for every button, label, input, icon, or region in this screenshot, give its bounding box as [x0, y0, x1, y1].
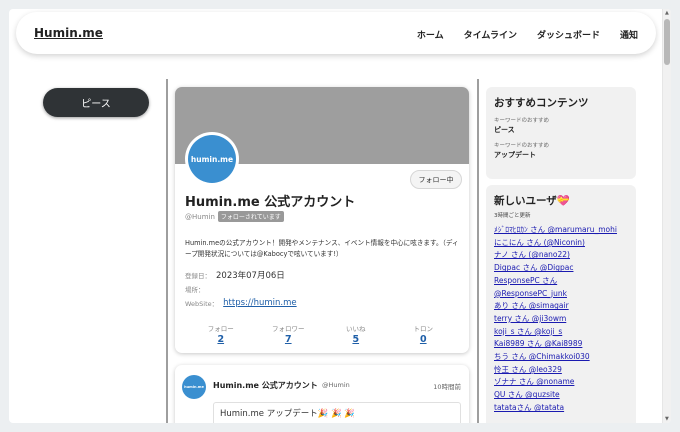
new-users-title: 新しいユーザ💝: [494, 195, 570, 207]
recommended-title: おすすめコンテンツ: [494, 97, 589, 109]
nav-notifications[interactable]: 通知: [620, 28, 638, 41]
scrollbar-thumb[interactable]: [664, 19, 670, 65]
stat-label: いいね: [346, 325, 366, 333]
timeline-post[interactable]: humin.me Humin.me 公式アカウント @Humin 10時間前 H…: [175, 365, 469, 423]
location-label: 場所：: [185, 286, 205, 294]
user-link[interactable]: tatataさん @tatata: [494, 402, 628, 415]
profile-info: 登録日： 2023年07月06日 場所： WebSite： https://hu…: [185, 268, 297, 310]
user-link[interactable]: ゾナナ さん @noname: [494, 376, 628, 389]
new-users-panel: 新しいユーザ💝 3時間ごと更新 ﾒｼﾞﾛﾏﾋﾛｶﾝ さん @marumaru_m…: [486, 185, 636, 423]
profile-bio: Humin.meの公式アカウント！開発やメンテナンス、イベント情報を中心に呟きま…: [185, 239, 459, 258]
nav-home[interactable]: ホーム: [417, 28, 444, 41]
profile-avatar[interactable]: humin.me: [188, 135, 236, 183]
new-users-subtitle: 3時間ごと更新: [494, 213, 531, 219]
stat-label: トロン: [413, 325, 434, 333]
user-link[interactable]: Kai8989 さん @Kai8989: [494, 338, 628, 351]
recommend-item-label: キーワードのおすすめ: [494, 118, 550, 124]
registered-value: 2023年07月06日: [216, 271, 285, 281]
stat-value[interactable]: 7: [260, 334, 316, 345]
post-timestamp: 10時間前: [433, 383, 461, 391]
user-list: ﾒｼﾞﾛﾏﾋﾛｶﾝ さん @marumaru_mohi にこにん さん (@Ni…: [494, 224, 628, 415]
post-body: Humin.me アップデート🎉 🎉 🎉: [213, 402, 461, 423]
scroll-down-arrow-icon[interactable]: ▼: [665, 416, 669, 422]
recommend-item[interactable]: キーワードのおすすめ アップデート: [494, 141, 628, 160]
post-author-handle: @Humin: [322, 381, 350, 389]
page-scrollbar[interactable]: ▲ ▼: [662, 9, 671, 423]
post-avatar-text: humin.me: [184, 385, 204, 389]
column-divider-right: [477, 79, 479, 423]
profile-card: humin.me フォロー中 Humin.me 公式アカウント @Humin フ…: [175, 87, 469, 353]
post-avatar[interactable]: humin.me: [182, 375, 206, 399]
stat-likes[interactable]: いいね 5: [328, 323, 384, 345]
user-link[interactable]: あり さん @simagair: [494, 300, 628, 313]
browser-viewport: Humin.me ホーム タイムライン ダッシュボード 通知 ピース humin…: [9, 9, 671, 423]
user-link[interactable]: ﾒｼﾞﾛﾏﾋﾛｶﾝ さん @marumaru_mohi: [494, 224, 628, 237]
followed-badge: フォローされています: [217, 211, 284, 222]
avatar-logo-text: humin.me: [190, 154, 234, 164]
profile-name: Humin.me 公式アカウント: [185, 195, 356, 210]
nav-dashboard[interactable]: ダッシュボード: [537, 28, 600, 41]
stat-value[interactable]: 2: [193, 334, 249, 345]
profile-stats: フォロー 2 フォロワー 7 いいね 5 トロン 0: [175, 323, 469, 345]
website-label: WebSite：: [185, 300, 219, 308]
user-link[interactable]: ナノ さん (@nano22): [494, 249, 628, 262]
recommend-item-value[interactable]: ピース: [494, 125, 628, 135]
user-link[interactable]: terry さん @ji3owm: [494, 313, 628, 326]
stat-tron[interactable]: トロン 0: [395, 323, 451, 345]
post-author-name[interactable]: Humin.me 公式アカウント: [213, 380, 318, 391]
recommended-content-panel: おすすめコンテンツ キーワードのおすすめ ピース キーワードのおすすめ アップデ…: [486, 87, 636, 179]
recommend-item-label: キーワードのおすすめ: [494, 143, 550, 149]
column-divider-left: [166, 79, 168, 423]
profile-avatar-frame: humin.me: [185, 132, 239, 186]
scroll-up-arrow-icon[interactable]: ▲: [665, 10, 669, 16]
recommend-item[interactable]: キーワードのおすすめ ピース: [494, 116, 628, 135]
user-link[interactable]: にこにん さん (@Niconin): [494, 237, 628, 250]
peace-button[interactable]: ピース: [43, 88, 149, 117]
following-button[interactable]: フォロー中: [410, 170, 462, 189]
user-link[interactable]: ResponsePC さん: [494, 275, 628, 288]
user-link[interactable]: @ResponsePC_junk: [494, 288, 628, 301]
registered-label: 登録日：: [185, 272, 211, 280]
stat-label: フォロー: [207, 325, 234, 333]
stat-label: フォロワー: [272, 325, 305, 333]
brand-logo-link[interactable]: Humin.me: [34, 26, 103, 40]
nav-timeline[interactable]: タイムライン: [464, 28, 517, 41]
stat-value[interactable]: 5: [328, 334, 384, 345]
profile-handle-row: @Humin フォローされています: [185, 211, 284, 222]
user-link[interactable]: ちう さん @Chimakkoi030: [494, 351, 628, 364]
user-link[interactable]: Digpac さん @Digpac: [494, 262, 628, 275]
stat-follow[interactable]: フォロー 2: [193, 323, 249, 345]
user-link[interactable]: 怜王 さん @leo329: [494, 364, 628, 377]
stat-value[interactable]: 0: [395, 334, 451, 345]
website-link[interactable]: https://humin.me: [223, 298, 296, 308]
profile-handle: @Humin: [185, 212, 215, 221]
recommend-item-value[interactable]: アップデート: [494, 150, 628, 160]
stat-followers[interactable]: フォロワー 7: [260, 323, 316, 345]
user-link[interactable]: QU さん @quzsite: [494, 389, 628, 402]
nav-links: ホーム タイムライン ダッシュボード 通知: [417, 28, 638, 41]
user-link[interactable]: koji_s さん @koji_s: [494, 326, 628, 339]
top-navbar: Humin.me ホーム タイムライン ダッシュボード 通知: [16, 12, 656, 54]
